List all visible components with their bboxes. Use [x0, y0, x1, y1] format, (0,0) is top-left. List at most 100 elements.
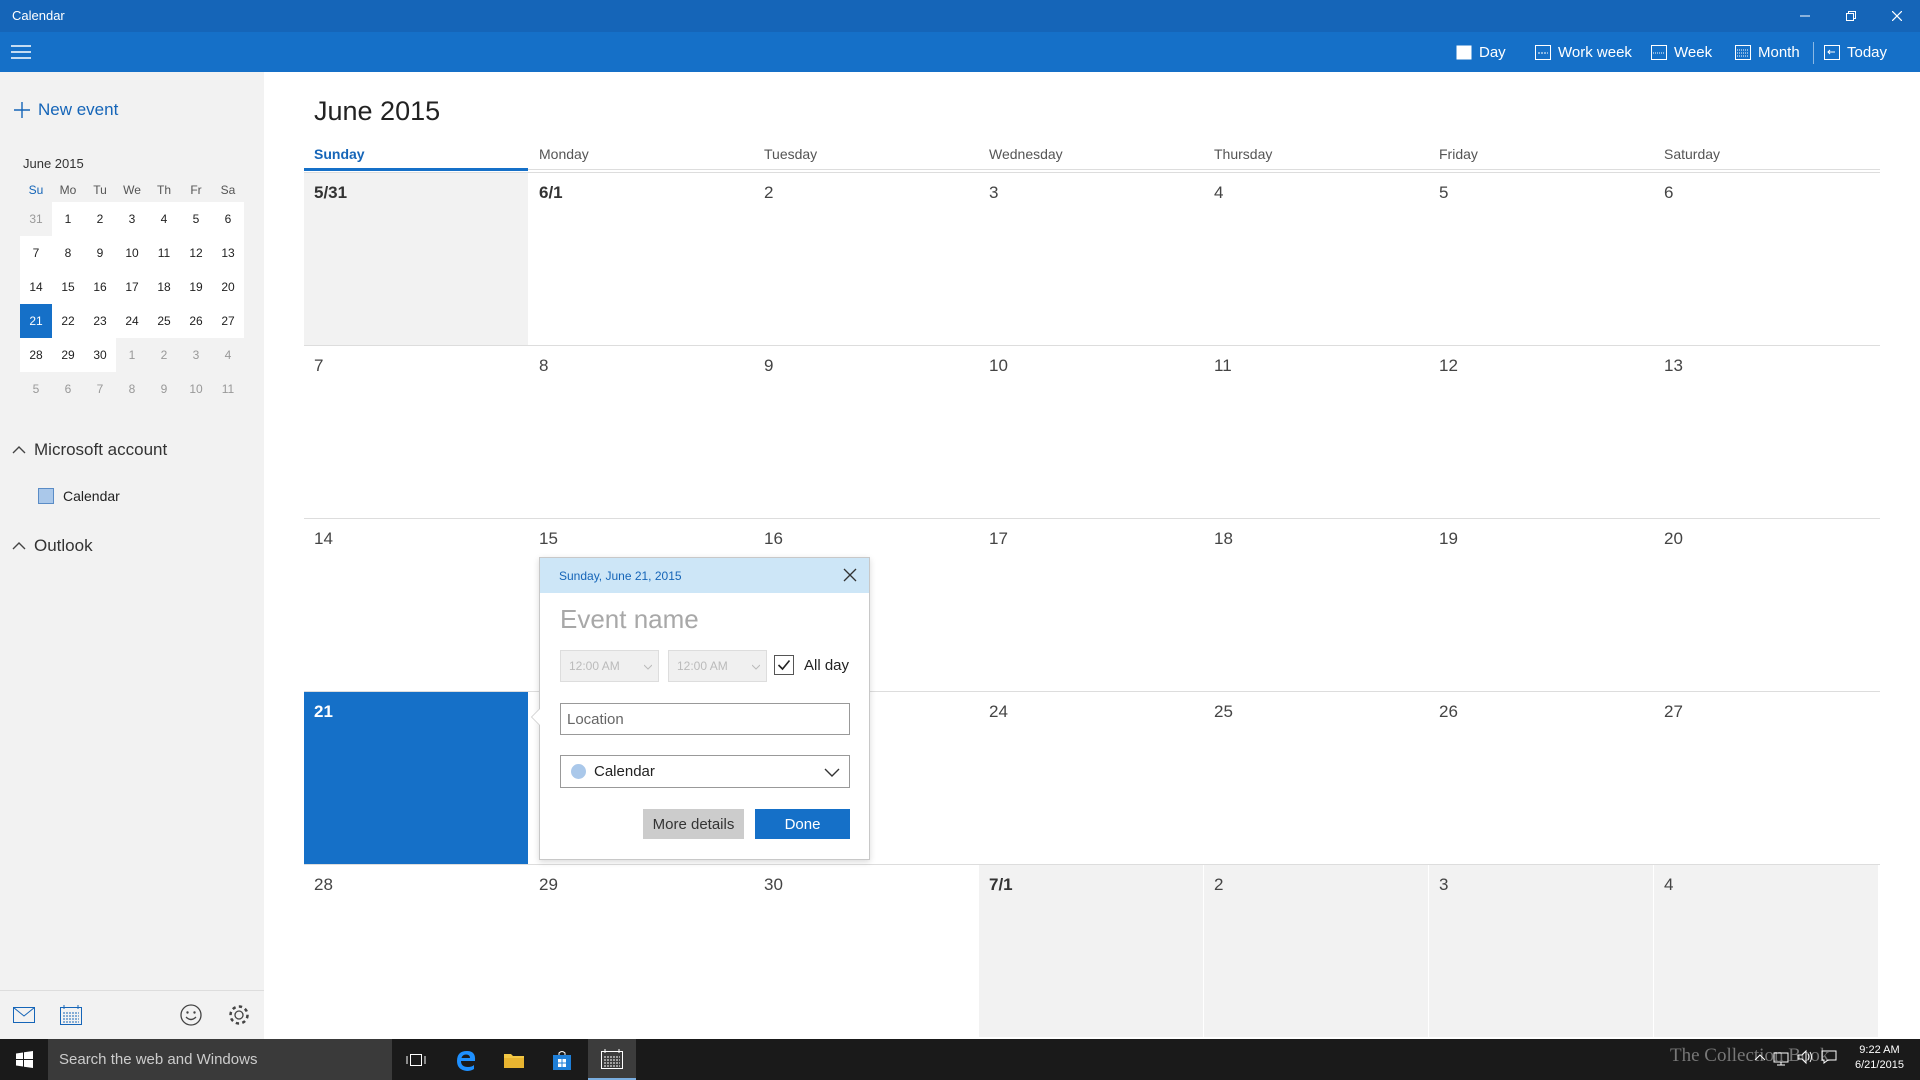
- mini-calendar-day[interactable]: 4: [212, 338, 244, 372]
- mini-calendar-day[interactable]: 8: [116, 372, 148, 406]
- end-time-select[interactable]: 12:00 AM: [668, 650, 767, 682]
- mini-calendar-day[interactable]: 5: [180, 202, 212, 236]
- mini-calendar-day[interactable]: 2: [148, 338, 180, 372]
- day-view-button[interactable]: Day: [1456, 40, 1506, 64]
- mini-calendar-day[interactable]: 8: [52, 236, 84, 270]
- mini-calendar-day[interactable]: 10: [180, 372, 212, 406]
- edge-button[interactable]: [442, 1039, 490, 1080]
- mini-calendar-day[interactable]: 13: [212, 236, 244, 270]
- feedback-button[interactable]: [178, 1003, 204, 1027]
- store-button[interactable]: [538, 1039, 586, 1080]
- task-view-button[interactable]: [392, 1039, 440, 1080]
- network-icon[interactable]: [1772, 1047, 1790, 1067]
- day-cell[interactable]: 5: [1429, 173, 1653, 345]
- mini-calendar-title[interactable]: June 2015: [23, 156, 84, 171]
- mini-calendar-day[interactable]: 30: [84, 338, 116, 372]
- day-cell[interactable]: 30: [754, 865, 978, 1037]
- day-cell[interactable]: 24: [979, 692, 1203, 864]
- day-cell[interactable]: 6: [1654, 173, 1878, 345]
- volume-icon[interactable]: [1796, 1047, 1814, 1067]
- day-cell[interactable]: 7: [304, 346, 528, 518]
- mini-calendar-day[interactable]: 9: [148, 372, 180, 406]
- day-cell[interactable]: 9: [754, 346, 978, 518]
- mini-calendar-day[interactable]: 24: [116, 304, 148, 338]
- mini-calendar-day[interactable]: 23: [84, 304, 116, 338]
- taskbar-clock[interactable]: 9:22 AM 6/21/2015: [1855, 1043, 1904, 1073]
- mini-calendar-day[interactable]: 14: [20, 270, 52, 304]
- calendar-app-button[interactable]: [58, 1003, 84, 1027]
- mini-calendar-day[interactable]: 18: [148, 270, 180, 304]
- mini-calendar-day[interactable]: 15: [52, 270, 84, 304]
- mini-calendar-day[interactable]: 27: [212, 304, 244, 338]
- calendar-dropdown[interactable]: Calendar: [560, 755, 850, 788]
- mini-calendar-day[interactable]: 21: [20, 304, 52, 338]
- restore-button[interactable]: [1828, 0, 1874, 32]
- mini-calendar-day[interactable]: 25: [148, 304, 180, 338]
- mini-calendar-day[interactable]: 5: [20, 372, 52, 406]
- mini-calendar-day[interactable]: 6: [52, 372, 84, 406]
- day-cell[interactable]: 17: [979, 519, 1203, 691]
- mini-calendar-day[interactable]: 7: [20, 236, 52, 270]
- mini-calendar-day[interactable]: 28: [20, 338, 52, 372]
- start-time-select[interactable]: 12:00 AM: [560, 650, 659, 682]
- mini-calendar-day[interactable]: 7: [84, 372, 116, 406]
- work-week-view-button[interactable]: Work week: [1535, 40, 1632, 64]
- today-button[interactable]: Today: [1824, 40, 1887, 64]
- file-explorer-button[interactable]: [490, 1039, 538, 1080]
- mini-calendar-day[interactable]: 4: [148, 202, 180, 236]
- mini-calendar-day[interactable]: 1: [116, 338, 148, 372]
- microsoft-account-group[interactable]: Microsoft account: [12, 440, 167, 460]
- day-cell[interactable]: 3: [979, 173, 1203, 345]
- mini-calendar-day[interactable]: 6: [212, 202, 244, 236]
- day-cell[interactable]: 12: [1429, 346, 1653, 518]
- day-cell[interactable]: 28: [304, 865, 528, 1037]
- done-button[interactable]: Done: [755, 809, 850, 839]
- minimize-button[interactable]: [1782, 0, 1828, 32]
- hamburger-menu-button[interactable]: [10, 42, 32, 62]
- mini-calendar-day[interactable]: 11: [212, 372, 244, 406]
- mini-calendar-day[interactable]: 26: [180, 304, 212, 338]
- day-cell[interactable]: 4: [1204, 173, 1428, 345]
- mini-calendar-day[interactable]: 16: [84, 270, 116, 304]
- day-cell[interactable]: 19: [1429, 519, 1653, 691]
- new-event-button[interactable]: New event: [14, 100, 118, 120]
- action-center-icon[interactable]: [1820, 1047, 1838, 1067]
- settings-button[interactable]: [226, 1003, 252, 1027]
- mini-calendar-day[interactable]: 31: [20, 202, 52, 236]
- event-name-input[interactable]: [560, 600, 850, 638]
- mini-calendar-day[interactable]: 17: [116, 270, 148, 304]
- location-input[interactable]: [560, 703, 850, 735]
- day-cell[interactable]: 8: [529, 346, 753, 518]
- mini-calendar-day[interactable]: 1: [52, 202, 84, 236]
- mini-calendar-day[interactable]: 11: [148, 236, 180, 270]
- all-day-checkbox[interactable]: [774, 655, 794, 675]
- close-window-button[interactable]: [1874, 0, 1920, 32]
- day-cell[interactable]: 11: [1204, 346, 1428, 518]
- mini-calendar-day[interactable]: 12: [180, 236, 212, 270]
- day-cell[interactable]: 4: [1654, 865, 1878, 1037]
- start-button[interactable]: [0, 1039, 48, 1080]
- day-cell[interactable]: 3: [1429, 865, 1653, 1037]
- mini-calendar-day[interactable]: 3: [116, 202, 148, 236]
- day-cell[interactable]: 6/1: [529, 173, 753, 345]
- day-cell[interactable]: 7/1: [979, 865, 1203, 1037]
- taskbar-search-box[interactable]: Search the web and Windows: [48, 1039, 392, 1080]
- chevron-up-icon[interactable]: [1754, 1047, 1766, 1067]
- day-cell[interactable]: 27: [1654, 692, 1878, 864]
- day-cell[interactable]: 2: [754, 173, 978, 345]
- month-view-button[interactable]: Month: [1735, 40, 1800, 64]
- mail-button[interactable]: [11, 1003, 37, 1027]
- day-cell[interactable]: 14: [304, 519, 528, 691]
- mini-calendar-day[interactable]: 29: [52, 338, 84, 372]
- day-cell[interactable]: 2: [1204, 865, 1428, 1037]
- calendar-checkbox-item[interactable]: Calendar: [38, 488, 120, 504]
- mini-calendar-day[interactable]: 3: [180, 338, 212, 372]
- popup-close-button[interactable]: [841, 566, 859, 584]
- day-cell[interactable]: 26: [1429, 692, 1653, 864]
- day-cell[interactable]: 25: [1204, 692, 1428, 864]
- day-cell[interactable]: 21: [304, 692, 528, 864]
- mini-calendar-day[interactable]: 2: [84, 202, 116, 236]
- mini-calendar-day[interactable]: 19: [180, 270, 212, 304]
- week-view-button[interactable]: Week: [1651, 40, 1712, 64]
- day-cell[interactable]: 18: [1204, 519, 1428, 691]
